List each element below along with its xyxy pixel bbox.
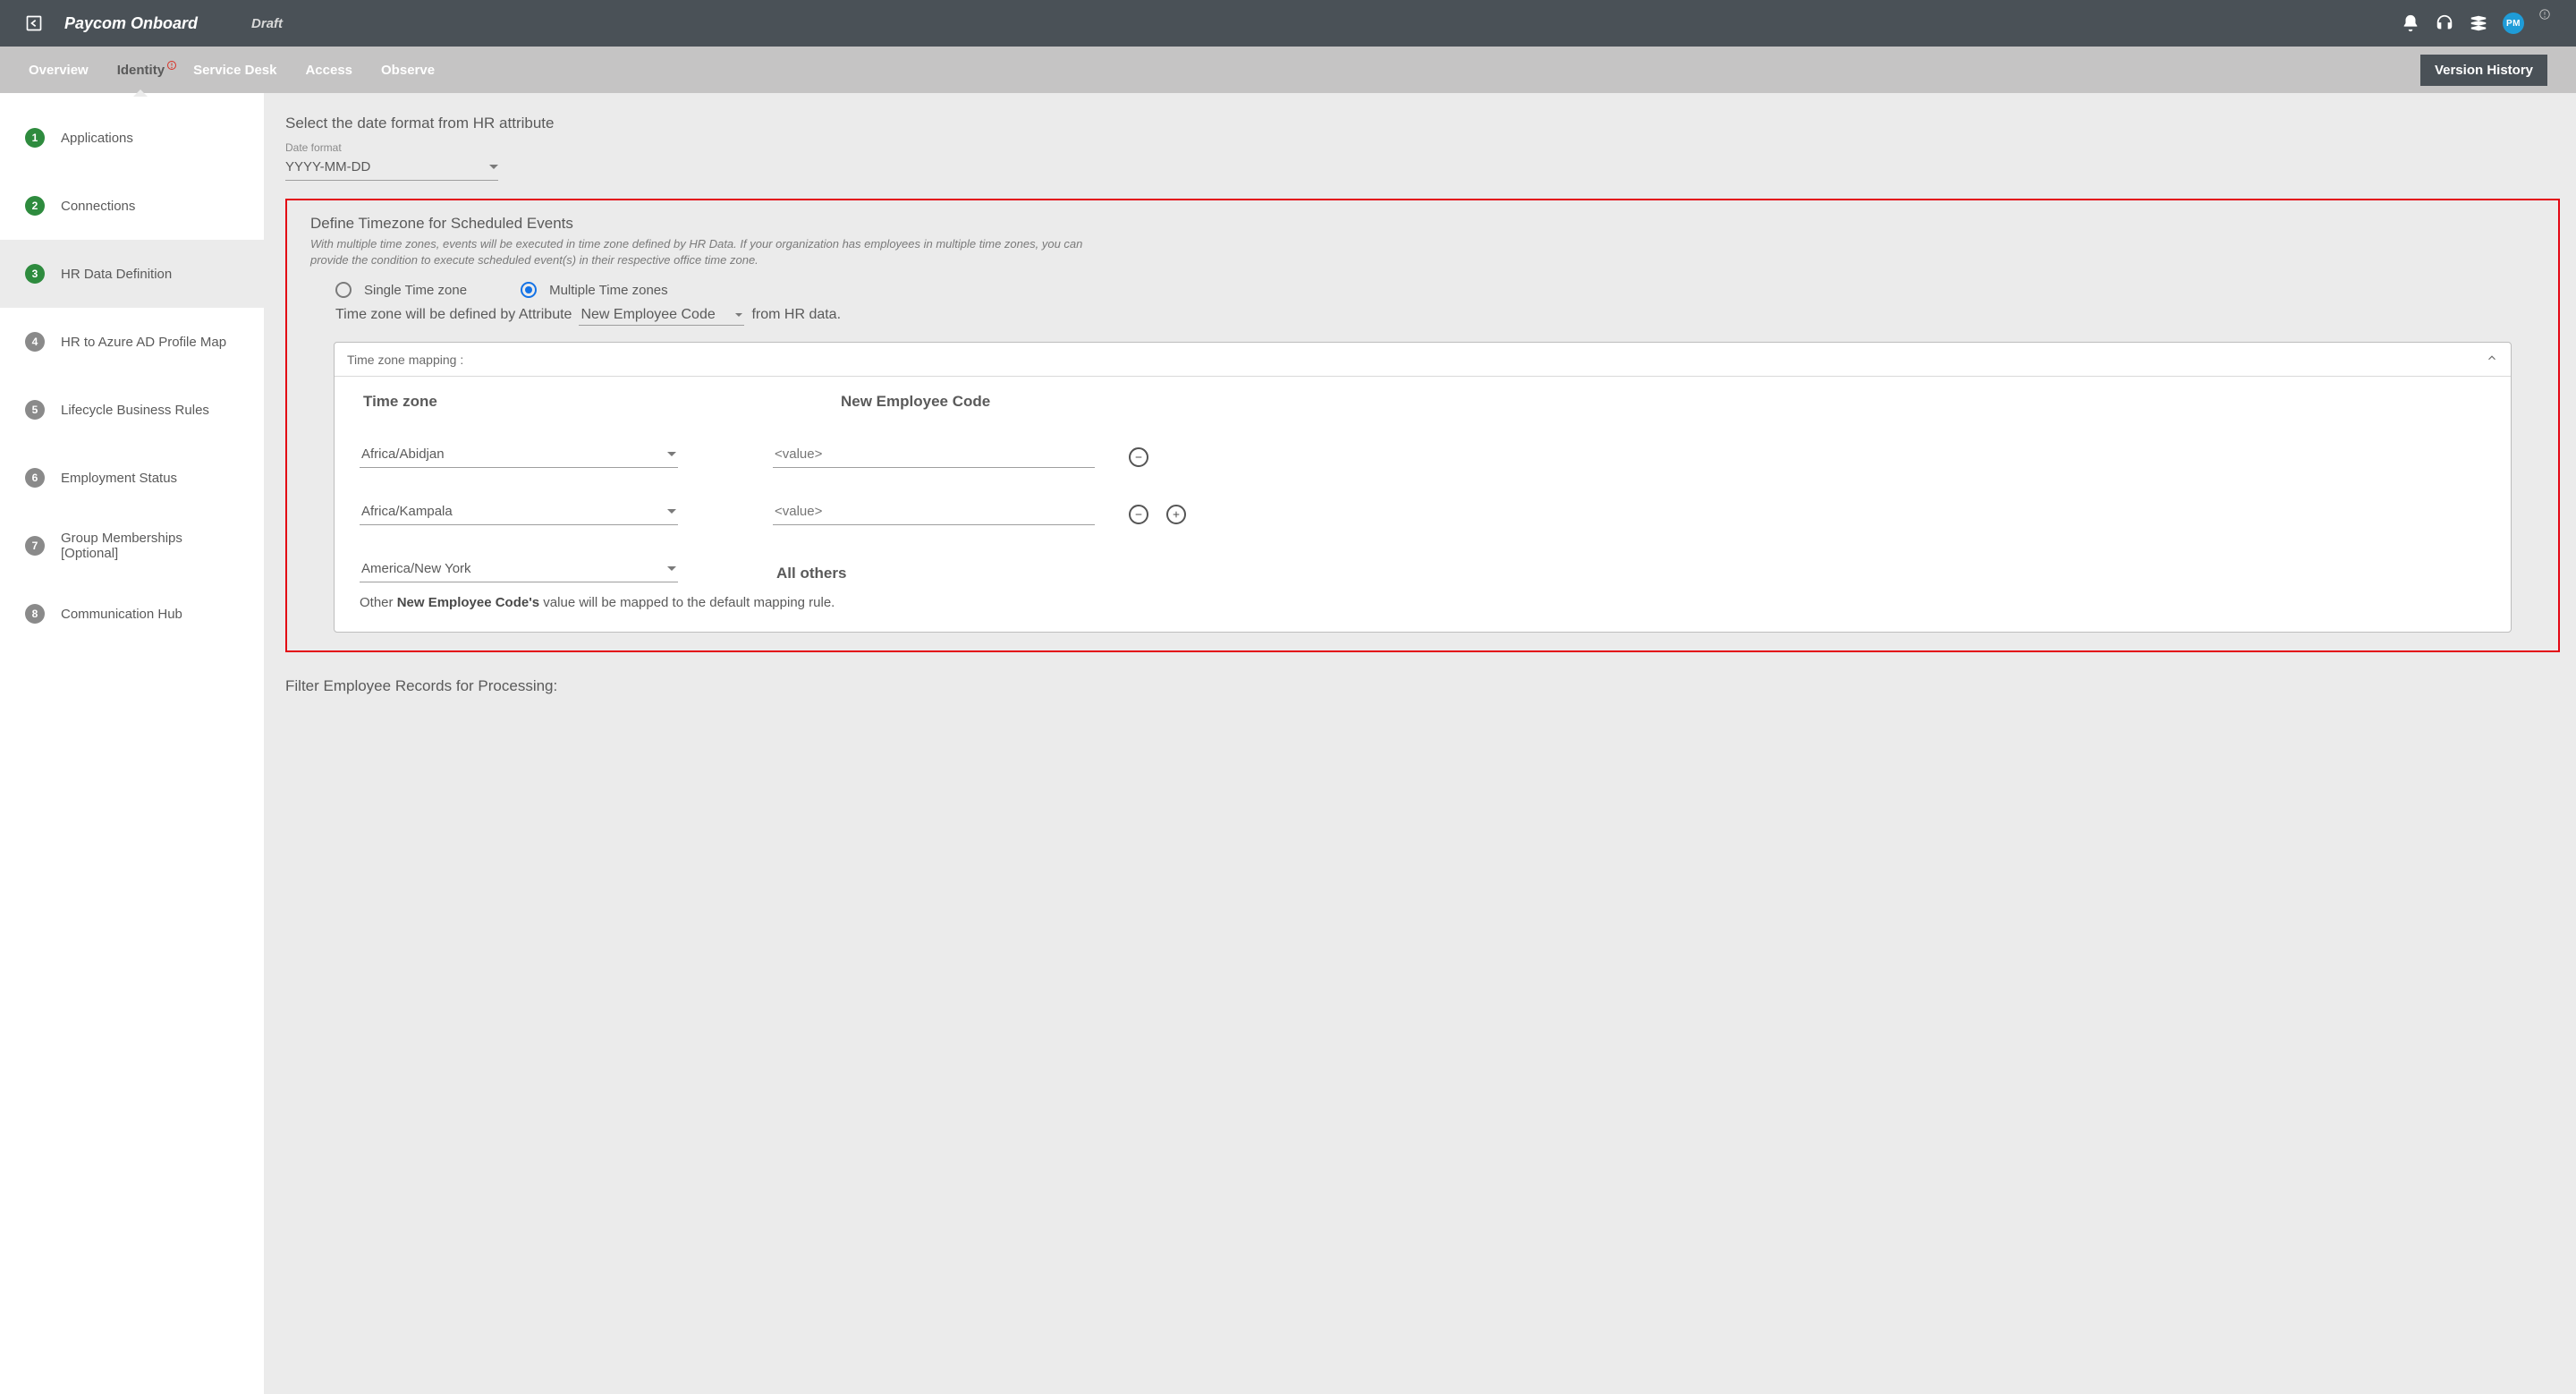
back-icon[interactable] — [25, 14, 43, 32]
step-number-badge: 4 — [25, 332, 45, 352]
attribute-sentence-pre: Time zone will be defined by Attribute — [335, 307, 572, 323]
date-format-value: YYYY-MM-DD — [285, 159, 370, 174]
sidebar-step[interactable]: 4 HR to Azure AD Profile Map — [0, 308, 264, 376]
sidebar-step[interactable]: 7 Group Memberships [Optional] — [0, 512, 264, 580]
step-label: Group Memberships [Optional] — [61, 531, 239, 561]
version-history-button[interactable]: Version History — [2420, 55, 2547, 86]
tab-identity-label: Identity — [117, 63, 165, 78]
footnote-bold: New Employee Code's — [397, 595, 539, 610]
tab-observe[interactable]: Observe — [381, 63, 435, 78]
chevron-down-icon — [667, 509, 676, 514]
radio-checked-icon — [521, 282, 537, 298]
column-header-value: New Employee Code — [750, 393, 1072, 411]
step-label: HR Data Definition — [61, 267, 172, 282]
attribute-select[interactable]: New Employee Code — [579, 307, 744, 326]
radio-unchecked-icon — [335, 282, 352, 298]
default-timezone-select[interactable]: America/New York — [360, 561, 678, 582]
sidebar-step[interactable]: 5 Lifecycle Business Rules — [0, 376, 264, 444]
tab-overview[interactable]: Overview — [29, 63, 89, 78]
step-label: Connections — [61, 199, 135, 214]
attribute-sentence: Time zone will be defined by Attribute N… — [310, 307, 2535, 326]
warning-icon — [2538, 15, 2551, 31]
chevron-down-icon — [667, 566, 676, 571]
remove-row-button[interactable] — [1129, 505, 1148, 524]
mapping-value-input[interactable] — [773, 504, 1095, 525]
all-others-label: All others — [773, 565, 846, 582]
filter-section-title: Filter Employee Records for Processing: — [285, 677, 2560, 695]
headset-icon[interactable] — [2435, 13, 2454, 33]
radio-multiple-label: Multiple Time zones — [549, 283, 668, 298]
mapping-value-input[interactable] — [773, 446, 1095, 468]
timezone-mapping-header[interactable]: Time zone mapping : — [335, 343, 2511, 377]
step-number-badge: 3 — [25, 264, 45, 284]
radio-multiple-timezones[interactable]: Multiple Time zones — [521, 282, 668, 298]
attribute-sentence-post: from HR data. — [751, 307, 841, 323]
draft-status: Draft — [251, 16, 283, 31]
app-header: Paycom Onboard Draft PM — [0, 0, 2576, 47]
footnote-pre: Other — [360, 595, 397, 610]
timezone-section-title: Define Timezone for Scheduled Events — [310, 215, 2535, 233]
radio-single-label: Single Time zone — [364, 283, 467, 298]
step-label: HR to Azure AD Profile Map — [61, 335, 226, 350]
chevron-down-icon — [667, 452, 676, 456]
radio-single-timezone[interactable]: Single Time zone — [335, 282, 467, 298]
timezone-mapping-header-label: Time zone mapping : — [347, 353, 463, 367]
tab-identity[interactable]: Identity — [117, 63, 165, 78]
sidebar-step[interactable]: 2 Connections — [0, 172, 264, 240]
timezone-select[interactable]: Africa/Abidjan — [360, 446, 678, 468]
column-header-timezone: Time zone — [360, 393, 678, 411]
timezone-select-value: Africa/Abidjan — [361, 446, 445, 462]
timezone-select[interactable]: Africa/Kampala — [360, 504, 678, 525]
app-title: Paycom Onboard — [64, 14, 198, 33]
tab-access[interactable]: Access — [305, 63, 352, 78]
main-content: Select the date format from HR attribute… — [264, 93, 2576, 1394]
chevron-down-icon — [735, 313, 742, 317]
attribute-select-value: New Employee Code — [580, 307, 715, 323]
step-label: Communication Hub — [61, 607, 182, 622]
footnote-post: value will be mapped to the default mapp… — [539, 595, 835, 610]
user-avatar[interactable]: PM — [2503, 13, 2524, 34]
step-label: Applications — [61, 131, 133, 146]
timezone-select-value: Africa/Kampala — [361, 504, 453, 519]
date-format-select[interactable]: YYYY-MM-DD — [285, 156, 498, 181]
timezone-mapping-row: Africa/Abidjan — [360, 446, 2486, 468]
timezone-mapping-row: Africa/Kampala — [360, 504, 2486, 525]
sidebar-step[interactable]: 1 Applications — [0, 104, 264, 172]
step-label: Employment Status — [61, 471, 177, 486]
step-number-badge: 5 — [25, 400, 45, 420]
step-number-badge: 7 — [25, 536, 45, 556]
notifications-icon[interactable] — [2401, 13, 2420, 33]
step-number-badge: 6 — [25, 468, 45, 488]
timezone-mapping-card: Time zone mapping : Time zone New Employ… — [334, 342, 2512, 633]
step-number-badge: 2 — [25, 196, 45, 216]
wizard-sidebar: 1 Applications 2 Connections 3 HR Data Defini… — [0, 93, 264, 1394]
timezone-section-highlight: Define Timezone for Scheduled Events Wit… — [285, 199, 2560, 652]
tab-bar: Overview Identity Service Desk Access Ob… — [0, 47, 2576, 93]
timezone-section-description: With multiple time zones, events will be… — [310, 236, 1097, 268]
date-format-label: Date format — [285, 141, 2560, 154]
sidebar-step[interactable]: 6 Employment Status — [0, 444, 264, 512]
step-number-badge: 1 — [25, 128, 45, 148]
sidebar-step[interactable]: 3 HR Data Definition — [0, 240, 264, 308]
add-row-button[interactable] — [1166, 505, 1186, 524]
chevron-down-icon — [489, 165, 498, 169]
step-number-badge: 8 — [25, 604, 45, 624]
error-icon — [166, 59, 177, 70]
step-label: Lifecycle Business Rules — [61, 403, 209, 418]
date-format-section-title: Select the date format from HR attribute — [285, 115, 2560, 132]
default-timezone-value: America/New York — [361, 561, 471, 576]
tab-service-desk[interactable]: Service Desk — [193, 63, 276, 78]
remove-row-button[interactable] — [1129, 447, 1148, 467]
chevron-up-icon — [2486, 352, 2498, 367]
sidebar-step[interactable]: 8 Communication Hub — [0, 580, 264, 648]
library-icon[interactable] — [2469, 13, 2488, 33]
timezone-radio-group: Single Time zone Multiple Time zones — [310, 282, 2535, 298]
timezone-footnote: Other New Employee Code's value will be … — [360, 595, 2486, 610]
